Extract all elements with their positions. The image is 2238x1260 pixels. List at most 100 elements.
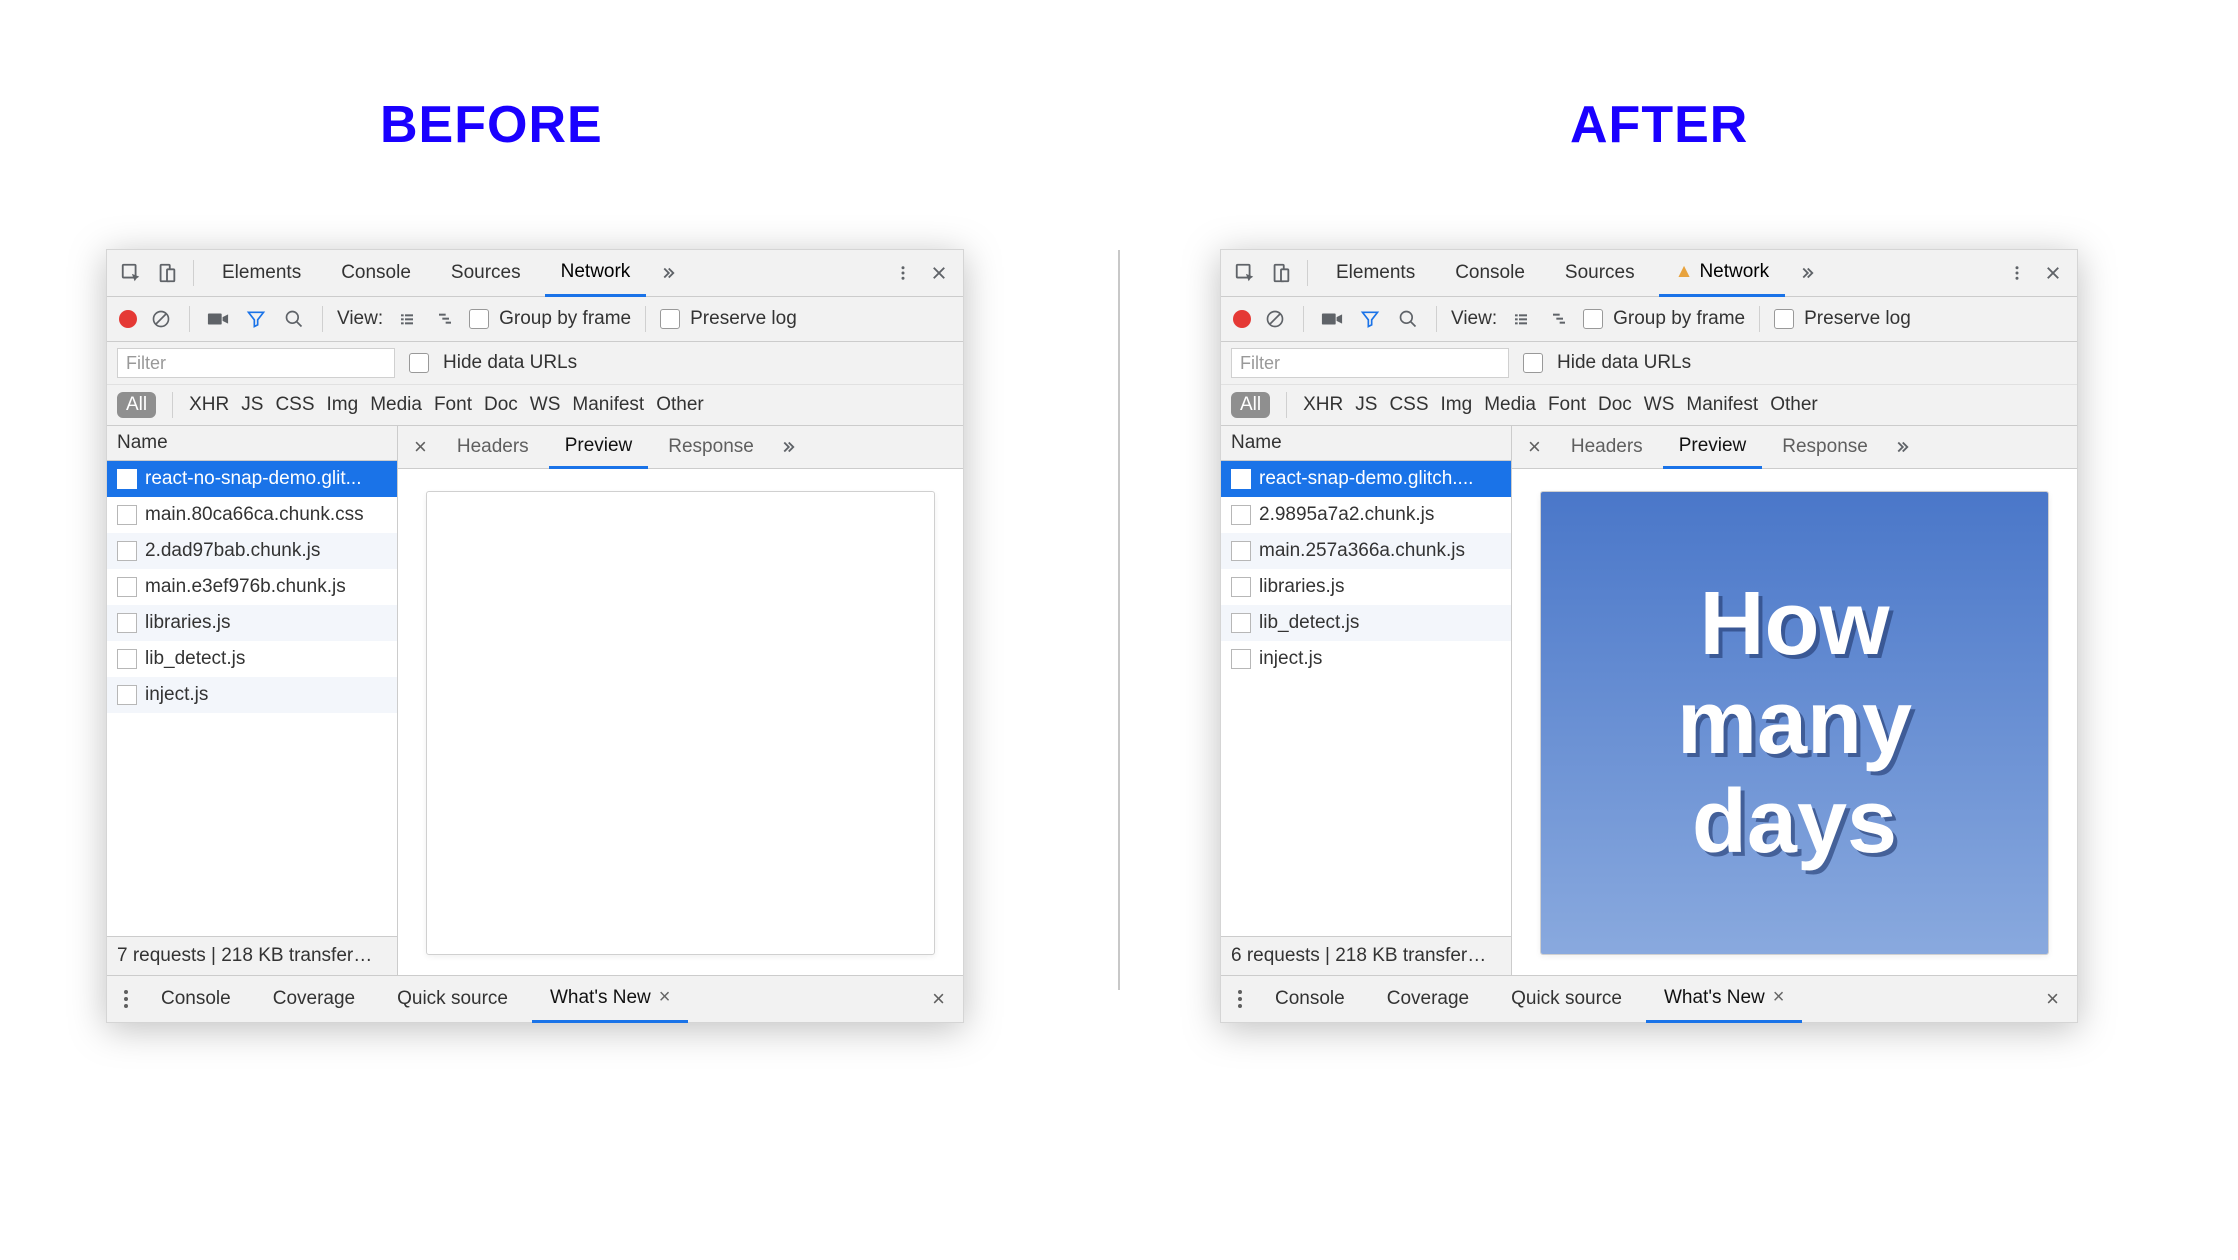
camera-icon[interactable] xyxy=(204,305,232,333)
detail-tab-response[interactable]: Response xyxy=(652,427,770,467)
type-other[interactable]: Other xyxy=(1770,394,1818,416)
device-icon[interactable] xyxy=(1267,259,1295,287)
type-css[interactable]: CSS xyxy=(275,394,314,416)
close-icon[interactable]: × xyxy=(1773,986,1785,1009)
request-row[interactable]: lib_detect.js xyxy=(1221,605,1511,641)
filter-icon[interactable] xyxy=(1356,305,1384,333)
more-detail-tabs-icon[interactable] xyxy=(774,433,802,461)
type-manifest[interactable]: Manifest xyxy=(572,394,644,416)
drawer-tab-whats-new[interactable]: What's New× xyxy=(532,976,688,1023)
tab-network[interactable]: Network xyxy=(545,250,647,297)
search-icon[interactable] xyxy=(1394,305,1422,333)
close-detail-icon[interactable]: × xyxy=(404,434,437,460)
drawer-tab-whats-new[interactable]: What's New× xyxy=(1646,976,1802,1023)
request-row[interactable]: inject.js xyxy=(107,677,397,713)
type-xhr[interactable]: XHR xyxy=(1303,394,1343,416)
more-tabs-icon[interactable] xyxy=(654,259,682,287)
type-font[interactable]: Font xyxy=(434,394,472,416)
type-media[interactable]: Media xyxy=(1484,394,1536,416)
tab-console[interactable]: Console xyxy=(325,251,427,295)
request-row[interactable]: 2.dad97bab.chunk.js xyxy=(107,533,397,569)
inspect-icon[interactable] xyxy=(117,259,145,287)
type-font[interactable]: Font xyxy=(1548,394,1586,416)
request-row[interactable]: libraries.js xyxy=(1221,569,1511,605)
preserve-log-checkbox[interactable] xyxy=(660,309,680,329)
drawer-tab-quick-source[interactable]: Quick source xyxy=(379,988,526,1010)
tab-elements[interactable]: Elements xyxy=(206,251,317,295)
close-icon[interactable] xyxy=(2039,259,2067,287)
request-row[interactable]: main.e3ef976b.chunk.js xyxy=(107,569,397,605)
type-all[interactable]: All xyxy=(1231,392,1270,418)
tab-console[interactable]: Console xyxy=(1439,251,1541,295)
close-icon[interactable] xyxy=(925,259,953,287)
type-ws[interactable]: WS xyxy=(530,394,561,416)
tab-network[interactable]: ▲Network xyxy=(1659,250,1786,297)
device-icon[interactable] xyxy=(153,259,181,287)
drawer-tab-console[interactable]: Console xyxy=(143,988,249,1010)
drawer-tab-console[interactable]: Console xyxy=(1257,988,1363,1010)
clear-icon[interactable] xyxy=(1261,305,1289,333)
request-row[interactable]: lib_detect.js xyxy=(107,641,397,677)
request-row[interactable]: 2.9895a7a2.chunk.js xyxy=(1221,497,1511,533)
request-row[interactable]: libraries.js xyxy=(107,605,397,641)
view-list-icon[interactable] xyxy=(1507,305,1535,333)
drawer-tab-quick-source[interactable]: Quick source xyxy=(1493,988,1640,1010)
close-detail-icon[interactable]: × xyxy=(1518,434,1551,460)
detail-tab-response[interactable]: Response xyxy=(1766,427,1884,467)
request-row[interactable]: main.257a366a.chunk.js xyxy=(1221,533,1511,569)
type-doc[interactable]: Doc xyxy=(484,394,518,416)
view-waterfall-icon[interactable] xyxy=(1545,305,1573,333)
type-img[interactable]: Img xyxy=(1441,394,1473,416)
drawer-close-icon[interactable]: × xyxy=(2036,986,2069,1012)
inspect-icon[interactable] xyxy=(1231,259,1259,287)
close-icon[interactable]: × xyxy=(659,986,671,1009)
drawer-tab-coverage[interactable]: Coverage xyxy=(255,988,373,1010)
type-other[interactable]: Other xyxy=(656,394,704,416)
tab-elements[interactable]: Elements xyxy=(1320,251,1431,295)
kebab-icon[interactable] xyxy=(2003,259,2031,287)
view-list-icon[interactable] xyxy=(393,305,421,333)
drawer-tab-coverage[interactable]: Coverage xyxy=(1369,988,1487,1010)
request-row[interactable]: react-no-snap-demo.glit... xyxy=(107,461,397,497)
detail-tab-headers[interactable]: Headers xyxy=(441,427,545,467)
group-by-frame-checkbox[interactable] xyxy=(469,309,489,329)
search-icon[interactable] xyxy=(280,305,308,333)
drawer-menu-icon[interactable] xyxy=(115,990,137,1008)
type-js[interactable]: JS xyxy=(241,394,263,416)
more-tabs-icon[interactable] xyxy=(1793,259,1821,287)
view-waterfall-icon[interactable] xyxy=(431,305,459,333)
record-icon[interactable] xyxy=(1233,310,1251,328)
type-ws[interactable]: WS xyxy=(1644,394,1675,416)
type-all[interactable]: All xyxy=(117,392,156,418)
hide-data-urls-checkbox[interactable] xyxy=(409,353,429,373)
hide-data-urls-checkbox[interactable] xyxy=(1523,353,1543,373)
preserve-log-checkbox[interactable] xyxy=(1774,309,1794,329)
type-css[interactable]: CSS xyxy=(1389,394,1428,416)
request-row[interactable]: inject.js xyxy=(1221,641,1511,677)
clear-icon[interactable] xyxy=(147,305,175,333)
tab-sources[interactable]: Sources xyxy=(1549,251,1651,295)
type-js[interactable]: JS xyxy=(1355,394,1377,416)
request-row[interactable]: react-snap-demo.glitch.... xyxy=(1221,461,1511,497)
kebab-icon[interactable] xyxy=(889,259,917,287)
filter-input[interactable]: Filter xyxy=(117,348,395,378)
filter-icon[interactable] xyxy=(242,305,270,333)
list-header-name[interactable]: Name xyxy=(107,426,397,461)
filter-input[interactable]: Filter xyxy=(1231,348,1509,378)
request-row[interactable]: main.80ca66ca.chunk.css xyxy=(107,497,397,533)
type-manifest[interactable]: Manifest xyxy=(1686,394,1758,416)
type-doc[interactable]: Doc xyxy=(1598,394,1632,416)
detail-tab-preview[interactable]: Preview xyxy=(1663,426,1763,469)
group-by-frame-checkbox[interactable] xyxy=(1583,309,1603,329)
camera-icon[interactable] xyxy=(1318,305,1346,333)
tab-sources[interactable]: Sources xyxy=(435,251,537,295)
record-icon[interactable] xyxy=(119,310,137,328)
drawer-close-icon[interactable]: × xyxy=(922,986,955,1012)
more-detail-tabs-icon[interactable] xyxy=(1888,433,1916,461)
drawer-menu-icon[interactable] xyxy=(1229,990,1251,1008)
type-media[interactable]: Media xyxy=(370,394,422,416)
type-xhr[interactable]: XHR xyxy=(189,394,229,416)
detail-tab-headers[interactable]: Headers xyxy=(1555,427,1659,467)
type-img[interactable]: Img xyxy=(327,394,359,416)
detail-tab-preview[interactable]: Preview xyxy=(549,426,649,469)
